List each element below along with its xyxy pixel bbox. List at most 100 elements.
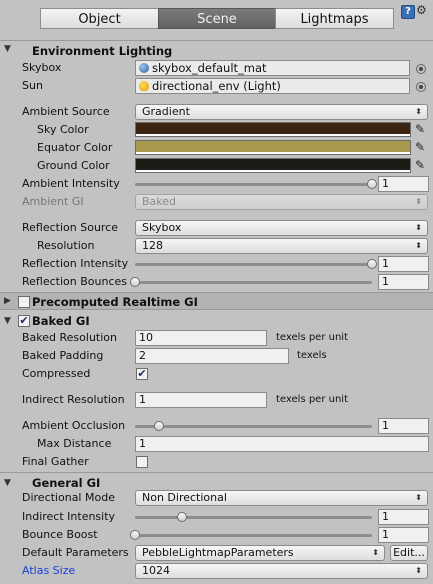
skybox-value: skybox_default_mat	[152, 61, 267, 75]
directional-mode-dropdown[interactable]: Non Directional ⬍	[135, 490, 428, 506]
divider	[0, 472, 433, 473]
indirect-resolution-unit: texels per unit	[276, 394, 348, 405]
alpha-bar	[136, 152, 410, 154]
eyedropper-icon[interactable]: ✎	[415, 140, 429, 154]
object-picker-icon[interactable]	[416, 82, 426, 92]
slider-thumb[interactable]	[130, 530, 140, 540]
bounce-boost-slider[interactable]	[135, 534, 372, 537]
dropdown-arrow-icon: ⬍	[415, 107, 422, 116]
reflection-intensity-label: Reflection Intensity	[22, 257, 129, 270]
dropdown-arrow-icon: ⬍	[372, 548, 379, 557]
ambient-intensity-label: Ambient Intensity	[22, 177, 120, 190]
reflection-source-label: Reflection Source	[22, 221, 119, 234]
alpha-bar	[136, 170, 410, 172]
default-parameters-value: PebbleLightmapParameters	[142, 546, 294, 559]
reflection-bounces-label: Reflection Bounces	[22, 275, 127, 288]
reflection-bounces-slider[interactable]	[135, 281, 372, 284]
atlas-size-value: 1024	[142, 564, 170, 577]
ambient-intensity-slider[interactable]	[135, 183, 372, 186]
ambient-intensity-field[interactable]: 1	[378, 176, 429, 192]
gear-icon[interactable]: ⚙	[416, 3, 427, 17]
dropdown-arrow-icon: ⬍	[415, 493, 422, 502]
ambient-gi-dropdown: Baked ⬍	[135, 194, 428, 210]
compressed-checkbox[interactable]: ✔	[136, 368, 148, 380]
ambient-source-label: Ambient Source	[22, 105, 110, 118]
sky-color-label: Sky Color	[37, 123, 89, 136]
precomputed-gi-checkbox[interactable]	[18, 296, 30, 308]
foldout-closed-icon[interactable]: ▶	[4, 296, 14, 306]
section-header-baked-gi[interactable]: Baked GI	[0, 312, 433, 330]
ambient-source-dropdown[interactable]: Gradient ⬍	[135, 104, 428, 120]
bounce-boost-label: Bounce Boost	[22, 528, 98, 541]
ambient-occlusion-field[interactable]: 1	[378, 418, 429, 434]
indirect-intensity-label: Indirect Intensity	[22, 510, 116, 523]
reflection-intensity-field[interactable]: 1	[378, 256, 429, 272]
default-parameters-dropdown[interactable]: PebbleLightmapParameters ⬍	[135, 545, 385, 561]
max-distance-field[interactable]: 1	[135, 436, 429, 452]
indirect-intensity-slider[interactable]	[135, 516, 372, 519]
lighting-toolbar: Object Scene Lightmaps ? ⚙	[0, 0, 433, 40]
ambient-occlusion-label: Ambient Occlusion	[22, 419, 126, 432]
baked-resolution-field[interactable]: 10	[135, 330, 267, 346]
help-icon[interactable]: ?	[401, 5, 415, 19]
equator-color-swatch[interactable]	[135, 140, 411, 155]
sun-label: Sun	[22, 79, 43, 92]
ambient-source-value: Gradient	[142, 105, 190, 118]
reflection-source-value: Skybox	[142, 221, 182, 234]
reflection-intensity-slider[interactable]	[135, 263, 372, 266]
dropdown-arrow-icon: ⬍	[415, 197, 422, 206]
skybox-label: Skybox	[22, 61, 62, 74]
final-gather-label: Final Gather	[22, 455, 89, 468]
default-parameters-label: Default Parameters	[22, 546, 129, 559]
alpha-bar	[136, 134, 410, 136]
reflection-source-dropdown[interactable]: Skybox ⬍	[135, 220, 428, 236]
ground-color-label: Ground Color	[37, 159, 110, 172]
sky-color-swatch[interactable]	[135, 122, 411, 137]
slider-thumb[interactable]	[367, 179, 377, 189]
max-distance-label: Max Distance	[37, 437, 112, 450]
reflection-bounces-field[interactable]: 1	[378, 274, 429, 290]
material-icon	[139, 63, 149, 73]
indirect-intensity-field[interactable]: 1	[378, 509, 429, 525]
skybox-field[interactable]: skybox_default_mat	[135, 60, 410, 76]
baked-gi-title: Baked GI	[32, 314, 90, 328]
slider-thumb[interactable]	[177, 512, 188, 522]
baked-padding-label: Baked Padding	[22, 349, 104, 362]
slider-thumb[interactable]	[367, 259, 377, 269]
baked-gi-checkbox[interactable]: ✔	[18, 315, 30, 327]
slider-thumb[interactable]	[153, 421, 164, 431]
ambient-occlusion-slider[interactable]	[135, 425, 372, 428]
indirect-resolution-label: Indirect Resolution	[22, 393, 125, 406]
indirect-resolution-field[interactable]: 1	[135, 392, 267, 408]
ground-color-swatch[interactable]	[135, 158, 411, 173]
bounce-boost-field[interactable]: 1	[378, 527, 429, 543]
equator-color-label: Equator Color	[37, 141, 113, 154]
resolution-dropdown[interactable]: 128 ⬍	[135, 238, 428, 254]
section-header-precomputed-realtime-gi[interactable]: Precomputed Realtime GI	[0, 292, 433, 310]
dropdown-arrow-icon: ⬍	[415, 223, 422, 232]
sun-field[interactable]: directional_env (Light)	[135, 78, 410, 94]
resolution-label: Resolution	[37, 239, 95, 252]
dropdown-arrow-icon: ⬍	[415, 241, 422, 250]
tab-object[interactable]: Object	[40, 8, 159, 29]
compressed-label: Compressed	[22, 367, 91, 380]
resolution-value: 128	[142, 239, 163, 252]
precomputed-gi-title: Precomputed Realtime GI	[32, 295, 198, 309]
baked-resolution-unit: texels per unit	[276, 332, 348, 343]
ambient-gi-value: Baked	[142, 195, 177, 208]
atlas-size-dropdown[interactable]: 1024 ⬍	[135, 563, 428, 579]
final-gather-checkbox[interactable]	[136, 456, 148, 468]
foldout-open-icon[interactable]: ▼	[4, 316, 14, 326]
divider	[0, 40, 433, 41]
baked-padding-field[interactable]: 2	[135, 348, 289, 364]
eyedropper-icon[interactable]: ✎	[415, 158, 429, 172]
object-picker-icon[interactable]	[416, 64, 426, 74]
section-header-environment-lighting[interactable]: Environment Lighting	[0, 42, 433, 60]
tab-lightmaps[interactable]: Lightmaps	[275, 8, 394, 29]
edit-parameters-button[interactable]: Edit...	[390, 545, 428, 561]
eyedropper-icon[interactable]: ✎	[415, 122, 429, 136]
slider-thumb[interactable]	[130, 277, 140, 287]
ambient-gi-label: Ambient GI	[22, 195, 84, 208]
tab-scene[interactable]: Scene	[158, 8, 276, 29]
light-icon	[139, 81, 149, 91]
